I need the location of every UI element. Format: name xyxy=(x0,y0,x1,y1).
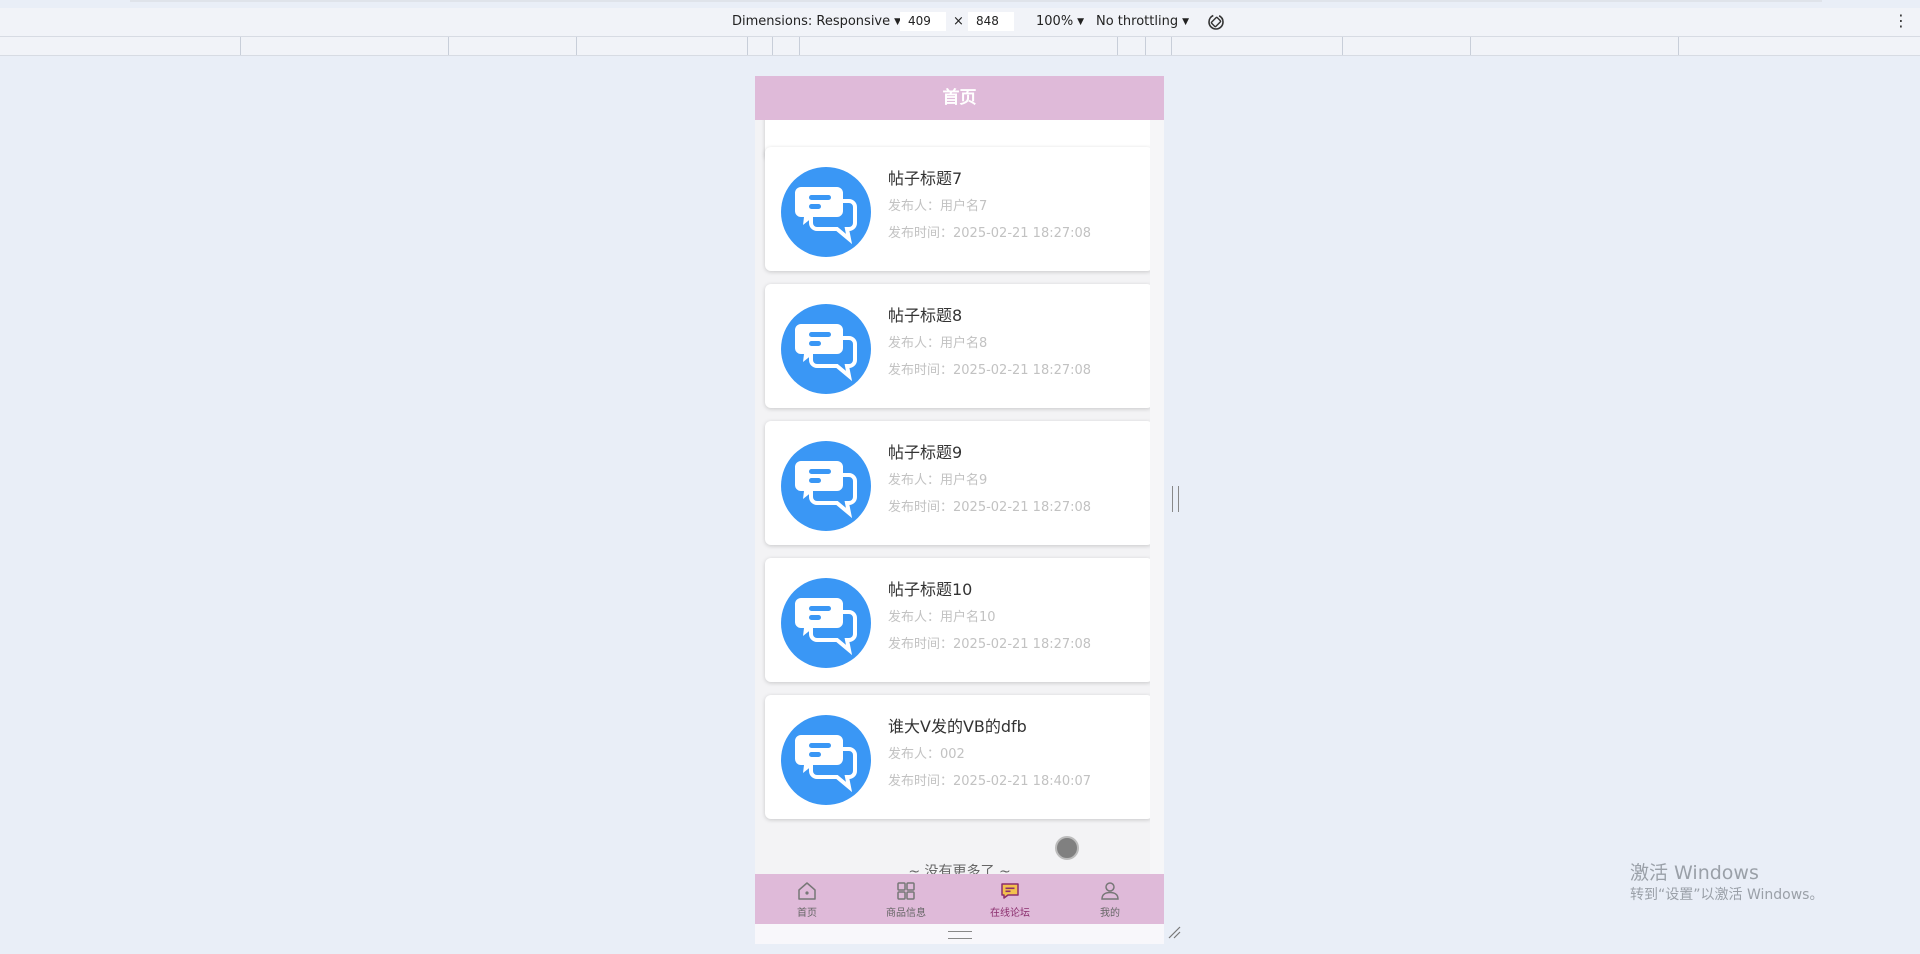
post-author: 发布人：用户名7 xyxy=(888,199,988,214)
more-options-icon[interactable]: ⋮ xyxy=(1893,12,1909,30)
windows-activation-hint: 转到“设置”以激活 Windows。 xyxy=(1630,887,1824,903)
devtools-toolbar: Dimensions: Responsive ▼ 409 × 848 100% ▼ … xyxy=(0,8,1920,37)
resize-handle-right[interactable] xyxy=(1172,486,1179,512)
tab-label: 首页 xyxy=(797,908,817,919)
chat-bubble-icon xyxy=(781,441,871,531)
tab-home[interactable]: 首页 xyxy=(772,880,842,919)
height-input[interactable]: 848 xyxy=(968,12,1014,31)
post-title: 帖子标题8 xyxy=(888,306,963,325)
post-author: 发布人：用户名9 xyxy=(888,473,988,488)
post-time: 发布时间：2025-02-21 18:27:08 xyxy=(888,637,1092,652)
bottom-tab-bar: 首页 商品信息 在线论坛 我的 xyxy=(755,874,1164,924)
rotate-icon[interactable] xyxy=(1206,12,1226,32)
post-time: 发布时间：2025-02-21 18:27:08 xyxy=(888,500,1092,515)
chat-bubble-icon xyxy=(781,167,871,257)
user-icon xyxy=(1101,882,1119,900)
post-card[interactable]: 帖子标题9 发布人：用户名9 发布时间：2025-02-21 18:27:08 xyxy=(765,421,1153,545)
throttling-label: No throttling xyxy=(1096,14,1179,29)
throttling-dropdown[interactable]: No throttling ▼ xyxy=(1096,14,1189,29)
zoom-dropdown[interactable]: 100% ▼ xyxy=(1036,14,1084,29)
dimension-separator: × xyxy=(953,14,964,29)
dropdown-caret-icon: ▼ xyxy=(1077,17,1085,27)
post-title: 帖子标题9 xyxy=(888,443,963,462)
dimensions-label: Dimensions: Responsive xyxy=(732,14,891,29)
chat-bubble-icon xyxy=(781,715,871,805)
post-card[interactable]: 帖子标题10 发布人：用户名10 发布时间：2025-02-21 18:27:0… xyxy=(765,558,1153,682)
zoom-label: 100% xyxy=(1036,14,1074,29)
chat-bubble-icon xyxy=(781,578,871,668)
width-input[interactable]: 409 xyxy=(900,12,946,31)
floating-touch-cursor xyxy=(1055,836,1079,860)
chat-bubble-icon xyxy=(781,304,871,394)
scrollbar[interactable] xyxy=(1150,76,1164,924)
resize-handle-bottom[interactable] xyxy=(948,931,972,939)
post-author: 发布人：用户名10 xyxy=(888,610,996,625)
post-card[interactable]: 帖子标题8 发布人：用户名8 发布时间：2025-02-21 18:27:08 xyxy=(765,284,1153,408)
post-title: 帖子标题10 xyxy=(888,580,973,599)
post-time: 发布时间：2025-02-21 18:27:08 xyxy=(888,363,1092,378)
post-card[interactable]: 帖子标题7 发布人：用户名7 发布时间：2025-02-21 18:27:08 xyxy=(765,147,1153,271)
post-time: 发布时间：2025-02-21 18:40:07 xyxy=(888,774,1092,789)
dropdown-caret-icon: ▼ xyxy=(1182,17,1189,27)
dimensions-dropdown[interactable]: Dimensions: Responsive ▼ xyxy=(732,14,901,29)
home-icon xyxy=(798,882,816,900)
media-query-ruler xyxy=(0,37,1920,56)
grid-icon xyxy=(897,882,915,900)
page-title: 首页 xyxy=(755,76,1164,120)
resize-corner-icon[interactable] xyxy=(1167,925,1181,939)
post-title: 帖子标题7 xyxy=(888,169,963,188)
windows-activation-title: 激活 Windows xyxy=(1630,862,1759,884)
tab-products[interactable]: 商品信息 xyxy=(871,880,941,919)
tab-label: 商品信息 xyxy=(886,908,926,919)
tab-label: 我的 xyxy=(1100,908,1120,919)
tab-forum[interactable]: 在线论坛 xyxy=(975,880,1045,919)
post-card[interactable]: 谁大V发的VB的dfb 发布人：002 发布时间：2025-02-21 18:4… xyxy=(765,695,1153,819)
post-author: 发布人：用户名8 xyxy=(888,336,988,351)
post-time: 发布时间：2025-02-21 18:27:08 xyxy=(888,226,1092,241)
forum-icon xyxy=(1001,883,1019,899)
tab-label: 在线论坛 xyxy=(990,908,1030,919)
tab-profile[interactable]: 我的 xyxy=(1075,880,1145,919)
post-list[interactable]: 帖子标题7 发布人：用户名7 发布时间：2025-02-21 18:27:08 … xyxy=(755,76,1153,924)
top-strip xyxy=(130,0,1822,2)
device-frame: 帖子标题7 发布人：用户名7 发布时间：2025-02-21 18:27:08 … xyxy=(755,76,1164,944)
post-author: 发布人：002 xyxy=(888,747,965,762)
app-viewport: 帖子标题7 发布人：用户名7 发布时间：2025-02-21 18:27:08 … xyxy=(755,76,1164,924)
post-title: 谁大V发的VB的dfb xyxy=(888,717,1027,736)
